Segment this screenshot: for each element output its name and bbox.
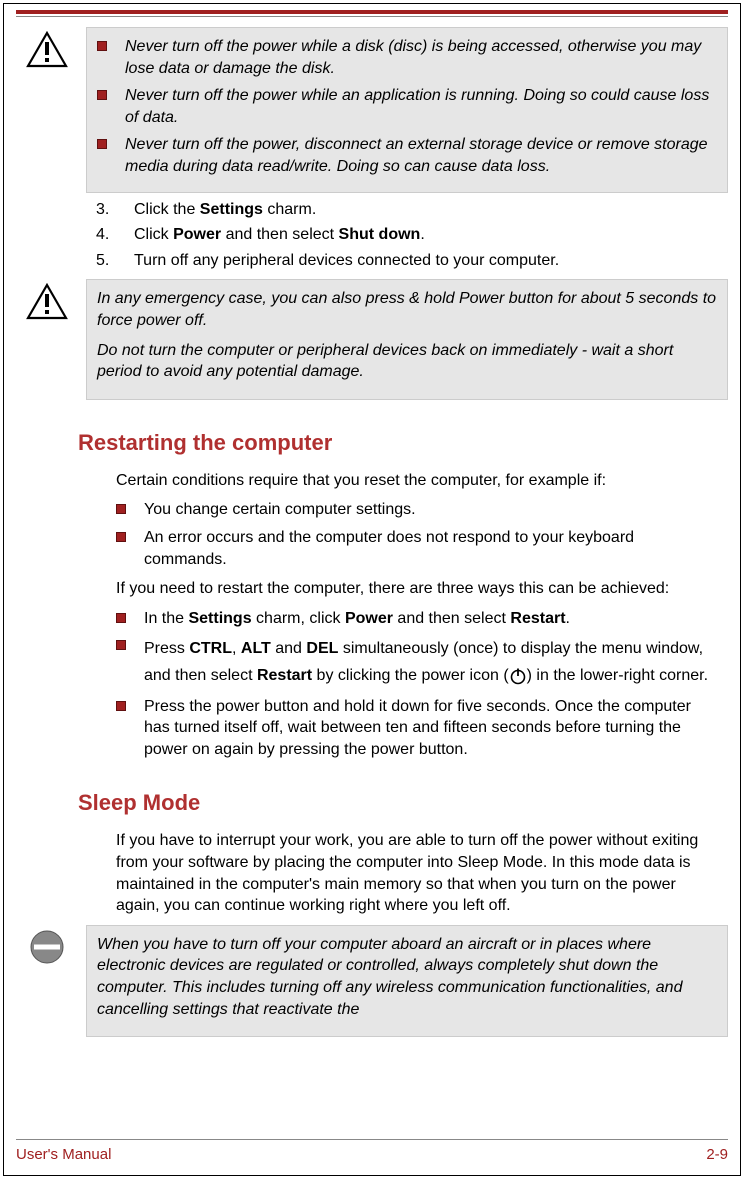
warning-triangle-icon	[26, 31, 68, 69]
warning-notice-1: Never turn off the power while a disk (d…	[16, 27, 728, 193]
step-text: Turn off any peripheral devices connecte…	[134, 250, 559, 272]
step-number: 4.	[96, 224, 116, 246]
list-item: In the Settings charm, click Power and t…	[116, 608, 720, 630]
text-frag: In the	[144, 610, 188, 627]
warning-notice-2: In any emergency case, you can also pres…	[16, 279, 728, 399]
text-frag: Click	[134, 226, 173, 243]
bullet-text: An error occurs and the computer does no…	[144, 527, 720, 570]
bold-text: Settings	[188, 610, 251, 627]
bullet-square-icon	[116, 504, 126, 514]
step-3: 3. Click the Settings charm.	[96, 199, 728, 221]
step-5: 5. Turn off any peripheral devices conne…	[96, 250, 728, 272]
notice-icon-column	[16, 279, 78, 399]
bullet-text: In the Settings charm, click Power and t…	[144, 608, 720, 630]
heading-restarting: Restarting the computer	[78, 430, 728, 456]
bold-text: Shut down	[339, 226, 421, 243]
bullet-square-icon	[116, 701, 126, 711]
bullet-square-icon	[116, 613, 126, 623]
warning-triangle-icon	[26, 283, 68, 321]
text-frag: and then select	[393, 610, 510, 627]
text-frag: charm, click	[252, 610, 345, 627]
step-4: 4. Click Power and then select Shut down…	[96, 224, 728, 246]
text-frag: .	[420, 226, 424, 243]
warning-bullet: Never turn off the power, disconnect an …	[97, 134, 717, 177]
notice-body: When you have to turn off your computer …	[86, 925, 728, 1037]
footer-page-number: 2-9	[706, 1146, 728, 1163]
numbered-steps: 3. Click the Settings charm. 4. Click Po…	[96, 199, 728, 272]
prohibition-notice: When you have to turn off your computer …	[16, 925, 728, 1037]
bullet-text: Press CTRL, ALT and DEL simultaneously (…	[144, 635, 720, 689]
bold-text: Power	[173, 226, 221, 243]
text-frag: and	[271, 640, 307, 657]
bullet-text: Press the power button and hold it down …	[144, 696, 720, 761]
bullet-square-icon	[116, 532, 126, 542]
warning-bullet-list: Never turn off the power while a disk (d…	[97, 36, 717, 178]
text-frag: ,	[232, 640, 241, 657]
top-rule-thin	[16, 16, 728, 17]
notice-body: In any emergency case, you can also pres…	[86, 279, 728, 399]
bullet-text: Never turn off the power while an applic…	[125, 85, 717, 128]
text-frag: charm.	[263, 201, 316, 218]
bold-text: Settings	[200, 201, 263, 218]
power-icon	[509, 667, 527, 685]
body-paragraph: If you have to interrupt your work, you …	[116, 830, 720, 916]
notice-paragraph: When you have to turn off your computer …	[97, 934, 717, 1020]
bullet-square-icon	[116, 640, 126, 650]
restart-ways-bullets: In the Settings charm, click Power and t…	[116, 608, 720, 761]
text-frag: Press	[144, 640, 189, 657]
bullet-text: You change certain computer settings.	[144, 499, 720, 521]
warning-bullet: Never turn off the power while an applic…	[97, 85, 717, 128]
body-paragraph: Certain conditions require that you rese…	[116, 470, 720, 492]
notice-paragraph: Do not turn the computer or peripheral d…	[97, 340, 717, 383]
text-frag: and then select	[221, 226, 338, 243]
list-item: Press CTRL, ALT and DEL simultaneously (…	[116, 635, 720, 689]
notice-paragraph: In any emergency case, you can also pres…	[97, 288, 717, 331]
bullet-square-icon	[97, 139, 107, 149]
page-footer: User's Manual 2-9	[16, 1139, 728, 1163]
step-text: Click Power and then select Shut down.	[134, 224, 425, 246]
list-item: An error occurs and the computer does no…	[116, 527, 720, 570]
text-frag: ) in the lower-right corner.	[527, 667, 708, 684]
condition-bullets: You change certain computer settings. An…	[116, 499, 720, 570]
bold-text: ALT	[241, 640, 271, 657]
step-number: 5.	[96, 250, 116, 272]
notice-icon-column	[16, 27, 78, 193]
bold-text: Power	[345, 610, 393, 627]
list-item: Press the power button and hold it down …	[116, 696, 720, 761]
top-rule-thick	[16, 10, 728, 14]
bullet-square-icon	[97, 41, 107, 51]
step-number: 3.	[96, 199, 116, 221]
warning-bullet: Never turn off the power while a disk (d…	[97, 36, 717, 79]
bullet-text: Never turn off the power, disconnect an …	[125, 134, 717, 177]
list-item: You change certain computer settings.	[116, 499, 720, 521]
notice-icon-column	[16, 925, 78, 1037]
body-paragraph: If you need to restart the computer, the…	[116, 578, 720, 600]
page-border: Never turn off the power while a disk (d…	[3, 3, 741, 1176]
notice-body: Never turn off the power while a disk (d…	[86, 27, 728, 193]
step-text: Click the Settings charm.	[134, 199, 316, 221]
bullet-text: Never turn off the power while a disk (d…	[125, 36, 717, 79]
bold-text: Restart	[257, 667, 312, 684]
no-entry-icon	[29, 929, 65, 965]
heading-sleep-mode: Sleep Mode	[78, 790, 728, 816]
footer-left: User's Manual	[16, 1146, 111, 1163]
bold-text: CTRL	[189, 640, 232, 657]
bold-text: Restart	[510, 610, 565, 627]
bold-text: DEL	[306, 640, 338, 657]
text-frag: Click the	[134, 201, 200, 218]
text-frag: .	[566, 610, 570, 627]
page-content: Never turn off the power while a disk (d…	[4, 4, 740, 1139]
bullet-square-icon	[97, 90, 107, 100]
text-frag: by clicking the power icon (	[312, 667, 509, 684]
